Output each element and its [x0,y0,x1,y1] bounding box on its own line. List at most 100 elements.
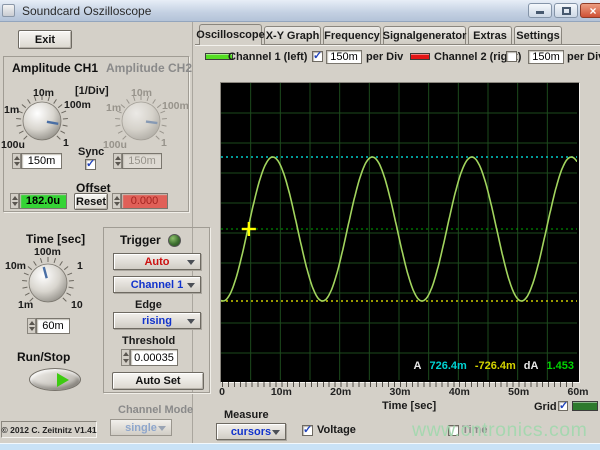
trigger-edge-value: rising [142,314,172,327]
grid-color-swatch [572,401,598,411]
dial-label: 100u [1,139,25,151]
dial-label: 100m [162,100,189,112]
sync-checkbox[interactable] [85,157,96,170]
ch1-amplitude-value: 150m [27,155,56,167]
ch1-offset-stepper[interactable] [10,193,19,209]
dial-label: 1m [18,299,34,311]
ch1-offset-field[interactable]: 182.0u [19,193,67,209]
x-tick-label: 10m [270,386,292,398]
exit-button-label: Exit [34,33,56,46]
x-tick-label: 60m [567,386,589,398]
time-field[interactable]: 60m [36,318,70,334]
chevron-down-icon [187,259,195,269]
readout-a-label: A [413,360,422,372]
time-value: 60m [42,320,64,332]
tab-frequency[interactable]: Frequency [323,26,381,44]
tab-signalgenerator[interactable]: Signalgenerator [383,26,466,44]
amplitude-ch1-title: Amplitude CH1 [12,61,99,75]
ch2-offset-field: 0.000 [121,193,168,209]
trigger-edge-dropdown[interactable]: rising [113,312,201,329]
ch1-amplitude-field[interactable]: 150m [21,153,62,169]
window-bottom-edge [0,443,600,450]
per-div-unit-label: [1/Div] [75,85,109,97]
dial-label: 1m [106,102,122,114]
ch2-amplitude-value: 150m [128,155,156,167]
measure-mode-dropdown[interactable]: cursors [216,423,286,440]
readout-delta-value: 1.453 [546,360,574,372]
scope-frame [220,82,580,383]
trigger-title: Trigger [120,233,161,247]
channel2-div-field[interactable]: 150m [528,50,564,64]
edge-label: Edge [135,299,162,311]
reset-button-label: Reset [76,195,106,208]
tab-extras[interactable]: Extras [468,26,512,44]
dial-label: 1 [77,260,83,272]
trigger-source-value: Channel 1 [130,278,184,291]
time-title: Time [sec] [26,232,86,246]
per-div-label-1: per Div [366,51,404,63]
title-bar: Soundcard Oszilloscope × [0,0,600,22]
ch1-amplitude-stepper[interactable] [12,153,21,169]
x-axis-title: Time [sec] [382,400,437,412]
threshold-field[interactable]: 0.00035 [130,349,178,366]
grid-checkbox[interactable] [558,399,568,412]
x-tick-label: 40m [448,386,470,398]
close-icon: × [589,3,597,18]
ch2-offset-stepper[interactable] [112,193,121,209]
tab-settings[interactable]: Settings [514,26,562,44]
exit-button[interactable]: Exit [18,30,72,49]
cursor-readout: A 726.4m -726.4m dA 1.453 [390,360,574,373]
dial-label: 10m [5,260,27,272]
dial-label: 100m [64,99,91,111]
run-stop-label: Run/Stop [17,350,71,364]
threshold-label: Threshold [122,335,176,347]
scope-display[interactable] [220,83,578,380]
trigger-source-dropdown[interactable]: Channel 1 [113,276,201,293]
dial-label: 100u [103,139,127,151]
chevron-down-icon [158,425,166,435]
voltage-checkbox[interactable] [302,423,313,436]
reset-button[interactable]: Reset [74,193,108,210]
maximize-icon [561,6,571,15]
x-tick-label: 20m [330,386,352,398]
threshold-value: 0.00035 [134,351,174,364]
x-tick-label: 0 [219,386,225,398]
threshold-stepper[interactable] [121,349,130,366]
dial-label: 10m [33,87,55,99]
readout-da-label: dA [523,360,539,372]
app-icon [2,4,15,17]
channel2-enable-checkbox[interactable] [506,51,517,62]
measure-mode-value: cursors [230,425,272,438]
channel1-enable-checkbox[interactable] [312,49,323,62]
trigger-mode-value: Auto [144,255,170,268]
channel2-div-value: 150m [532,51,560,63]
window-title: Soundcard Oszilloscope [22,4,152,18]
time-stepper[interactable] [27,318,36,334]
watermark: www.cntronics.com [412,419,588,441]
dial-label: 10 [71,299,83,311]
channel-mode-dropdown: single [110,419,172,436]
readout-max-value: 726.4m [429,360,467,372]
ch2-amplitude-stepper[interactable] [113,153,122,169]
x-tick-label: 50m [508,386,530,398]
maximize-button[interactable] [554,3,578,18]
tab-oscilloscope[interactable]: Oscilloscope [196,24,265,45]
dial-label: 10m [131,87,153,99]
close-button[interactable]: × [580,3,600,18]
channel1-div-field[interactable]: 150m [326,50,362,64]
dial-label: 100m [34,246,61,258]
channel-mode-value: single [125,421,157,434]
channel-mode-label: Channel Mode [118,404,194,416]
minimize-button[interactable] [528,3,552,18]
channel2-color-swatch [410,53,430,60]
voltage-label: Voltage [317,424,356,436]
measure-label: Measure [224,409,269,421]
copyright-label: © 2012 C. Zeitnitz V1.41 [1,421,97,438]
dial-label: 1 [161,137,167,149]
grid-label: Grid [534,401,557,413]
ch2-offset-value: 0.000 [130,195,159,207]
tab-xy-graph[interactable]: X-Y Graph [264,26,321,44]
trigger-mode-dropdown[interactable]: Auto [113,253,201,270]
readout-min-value: -726.4m [474,360,516,372]
ch1-offset-value: 182.0u [25,195,61,207]
